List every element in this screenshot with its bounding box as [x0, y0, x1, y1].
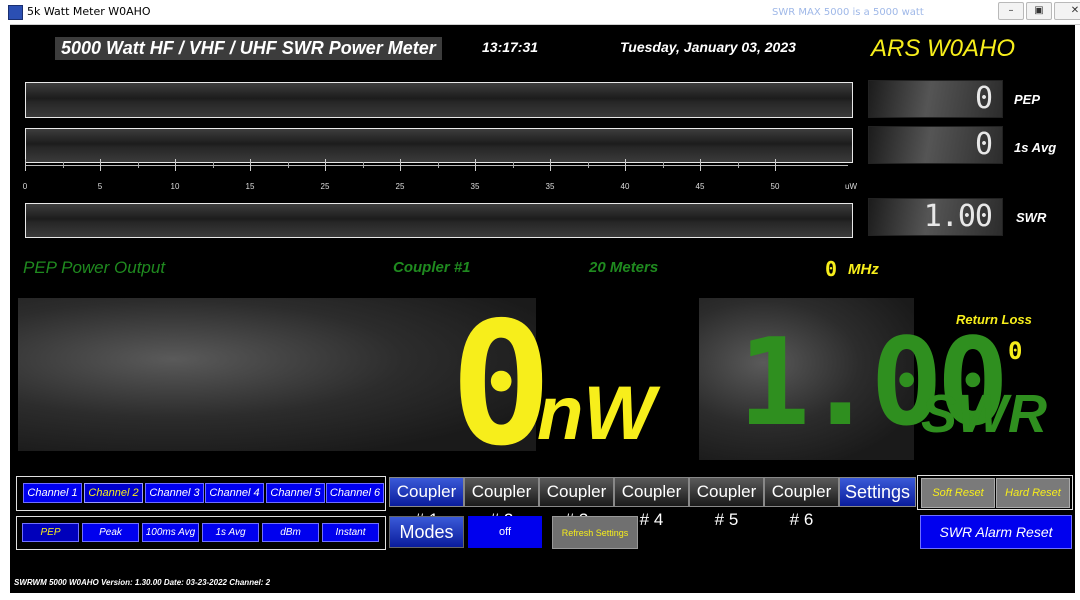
scale-tick	[25, 159, 26, 171]
scale-tick	[400, 159, 401, 171]
mode-1s-avg-button[interactable]: 1s Avg	[202, 523, 259, 542]
scale-tick-label: 0	[22, 182, 28, 191]
scale-tick	[737, 162, 739, 168]
swr-bargraph	[25, 203, 853, 238]
return-loss-label: Return Loss	[956, 312, 1032, 327]
scale-tick	[175, 159, 176, 171]
avg-readout-label: 1s Avg	[1014, 140, 1057, 155]
avg-readout: 0	[868, 126, 1003, 164]
frequency-value: 0	[825, 257, 838, 281]
band-status: 20 Meters	[589, 259, 659, 276]
mode-peak-button[interactable]: Peak	[82, 523, 139, 542]
swr-readout: 1.00	[868, 198, 1003, 236]
scale-tick	[62, 162, 64, 168]
scale-tick	[700, 159, 701, 171]
scale-tick-label: 15	[245, 182, 255, 191]
window-controls: – ▣ ✕	[998, 2, 1080, 20]
clock-time: 13:17:31	[482, 39, 539, 55]
scale-tick	[250, 159, 251, 171]
scale-tick-label: 50	[770, 182, 780, 191]
modes-button[interactable]: Modes	[389, 516, 464, 548]
channel-3-button[interactable]: Channel 3	[145, 483, 204, 503]
scale-tick	[550, 159, 551, 171]
background-window-text: SWR MAX 5000 is a 5000 watt	[772, 7, 924, 18]
app-heading: 5000 Watt HF / VHF / UHF SWR Power Meter	[55, 37, 442, 60]
channel-2-button[interactable]: Channel 2	[84, 483, 143, 503]
mode-status: PEP Power Output	[23, 258, 166, 277]
scale-tick-label: 40	[620, 182, 630, 191]
station-callsign: ARS W0AHO	[871, 35, 1016, 62]
power-unit: nW	[537, 371, 656, 456]
return-loss-value: 0	[1008, 337, 1023, 365]
version-footer: SWRWM 5000 W0AHO Version: 1.30.00 Date: …	[14, 578, 271, 587]
clock-date: Tuesday, January 03, 2023	[620, 39, 796, 55]
mode-100ms-avg-button[interactable]: 100ms Avg	[142, 523, 199, 542]
scale-unit-label: uW	[845, 182, 857, 191]
pep-bargraph	[25, 82, 853, 118]
swr-alarm-reset-button[interactable]: SWR Alarm Reset	[920, 515, 1072, 549]
window-border-bottom	[0, 593, 1080, 600]
scale-tick	[137, 162, 139, 168]
scale-tick	[512, 162, 514, 168]
off-button[interactable]: off	[468, 516, 542, 548]
window-title: 5k Watt Meter W0AHO	[27, 5, 151, 18]
scale-tick	[662, 162, 664, 168]
swr-unit: SWR	[921, 384, 1047, 444]
mode-pep-button[interactable]: PEP	[22, 523, 79, 542]
scale-tick-label: 35	[470, 182, 480, 191]
frequency-unit: MHz	[848, 261, 879, 278]
scale-tick-label: 5	[97, 182, 103, 191]
power-scale-axis	[25, 165, 848, 166]
window-border-left	[0, 24, 10, 600]
refresh-settings-button[interactable]: Refresh Settings	[552, 516, 638, 549]
scale-tick	[475, 159, 476, 171]
scale-tick	[287, 162, 289, 168]
coupler-4-button[interactable]: Coupler # 4	[614, 477, 689, 529]
coupler-6-button[interactable]: Coupler # 6	[764, 477, 839, 529]
coupler-3-button[interactable]: Coupler # 3	[539, 477, 614, 529]
scale-tick	[775, 159, 776, 171]
minimize-button[interactable]: –	[998, 2, 1024, 20]
channel-1-button[interactable]: Channel 1	[23, 483, 82, 503]
channel-5-button[interactable]: Channel 5	[266, 483, 325, 503]
scale-tick-label: 45	[695, 182, 705, 191]
scale-tick-label: 10	[170, 182, 180, 191]
scale-tick	[325, 159, 326, 171]
coupler-1-button[interactable]: Coupler # 1	[389, 477, 464, 529]
pep-readout-label: PEP	[1014, 92, 1041, 107]
pep-readout: 0	[868, 80, 1003, 118]
avg-bargraph	[25, 128, 853, 163]
hard-reset-button[interactable]: Hard Reset	[996, 478, 1070, 508]
window-titlebar: 5k Watt Meter W0AHO SWR MAX 5000 is a 50…	[0, 0, 1080, 25]
scale-tick-label: 25	[320, 182, 330, 191]
meter-app: 5000 Watt HF / VHF / UHF SWR Power Meter…	[10, 25, 1075, 593]
scale-tick-label: 25	[395, 182, 405, 191]
coupler-5-button[interactable]: Coupler # 5	[689, 477, 764, 529]
scale-tick	[362, 162, 364, 168]
channel-4-button[interactable]: Channel 4	[205, 483, 264, 503]
soft-reset-button[interactable]: Soft Reset	[921, 478, 995, 508]
close-button[interactable]: ✕	[1054, 2, 1080, 20]
coupler-status: Coupler #1	[393, 259, 471, 276]
scale-tick	[100, 159, 101, 171]
scale-tick	[587, 162, 589, 168]
settings-button[interactable]: Settings	[839, 477, 916, 507]
channel-6-button[interactable]: Channel 6	[326, 483, 384, 503]
swr-readout-label: SWR	[1016, 210, 1047, 225]
coupler-2-button[interactable]: Coupler # 2	[464, 477, 539, 529]
scale-tick	[212, 162, 214, 168]
mode-instant-button[interactable]: Instant	[322, 523, 379, 542]
scale-tick	[625, 159, 626, 171]
app-icon	[8, 5, 23, 20]
restore-button[interactable]: ▣	[1026, 2, 1052, 20]
mode-dbm-button[interactable]: dBm	[262, 523, 319, 542]
scale-tick	[437, 162, 439, 168]
scale-tick-label: 35	[545, 182, 555, 191]
